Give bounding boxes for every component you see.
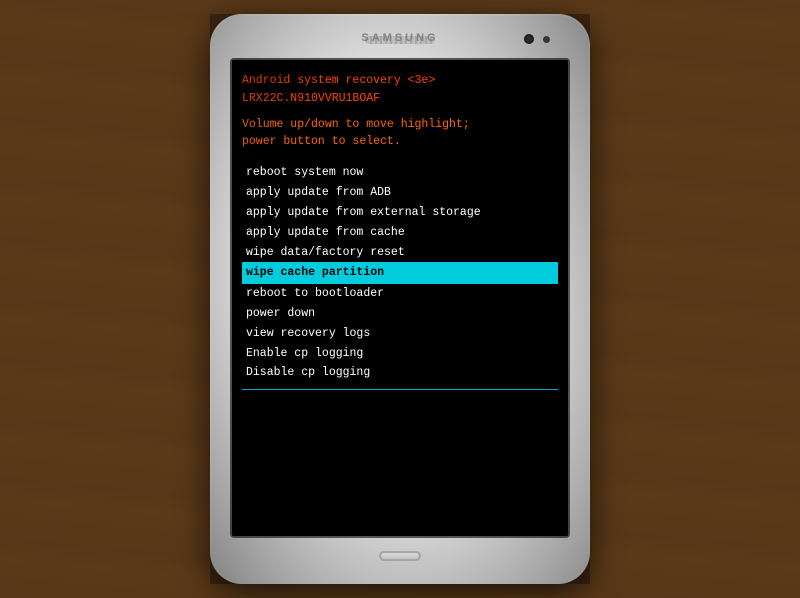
header-line2: LRX22C.N910VVRU1BOAF [242, 90, 558, 108]
menu-item-reboot-system[interactable]: reboot system now [242, 163, 558, 183]
menu-item-reboot-bootloader[interactable]: reboot to bootloader [242, 284, 558, 304]
menu-item-enable-cp-logging[interactable]: Enable cp logging [242, 344, 558, 364]
menu-item-apply-external[interactable]: apply update from external storage [242, 203, 558, 223]
screen-bezel: Android system recovery <3e> LRX22C.N910… [230, 58, 570, 538]
separator-line [242, 389, 558, 390]
proximity-sensor [543, 36, 550, 43]
recovery-menu: reboot system now apply update from ADB … [242, 163, 558, 383]
screen-content: Android system recovery <3e> LRX22C.N910… [232, 60, 568, 536]
phone-top-bar: SAMSUNG [218, 26, 582, 54]
menu-item-wipe-data[interactable]: wipe data/factory reset [242, 243, 558, 263]
menu-item-power-down[interactable]: power down [242, 304, 558, 324]
front-camera [524, 34, 534, 44]
brand-label: SAMSUNG [361, 32, 438, 44]
menu-item-wipe-cache[interactable]: wipe cache partition [242, 262, 558, 284]
menu-item-apply-adb[interactable]: apply update from ADB [242, 183, 558, 203]
instruction-line1: Volume up/down to move highlight; [242, 116, 558, 134]
menu-item-disable-cp-logging[interactable]: Disable cp logging [242, 363, 558, 383]
instructions-text: Volume up/down to move highlight; power … [242, 116, 558, 152]
recovery-header: Android system recovery <3e> LRX22C.N910… [242, 72, 558, 108]
home-button[interactable] [379, 551, 421, 561]
header-line1: Android system recovery <3e> [242, 72, 558, 90]
phone-device: SAMSUNG Android system recovery <3e> LRX… [210, 14, 590, 584]
menu-item-view-recovery-logs[interactable]: view recovery logs [242, 324, 558, 344]
instruction-line2: power button to select. [242, 133, 558, 151]
phone-bottom-bar [218, 544, 582, 568]
menu-item-apply-cache[interactable]: apply update from cache [242, 223, 558, 243]
